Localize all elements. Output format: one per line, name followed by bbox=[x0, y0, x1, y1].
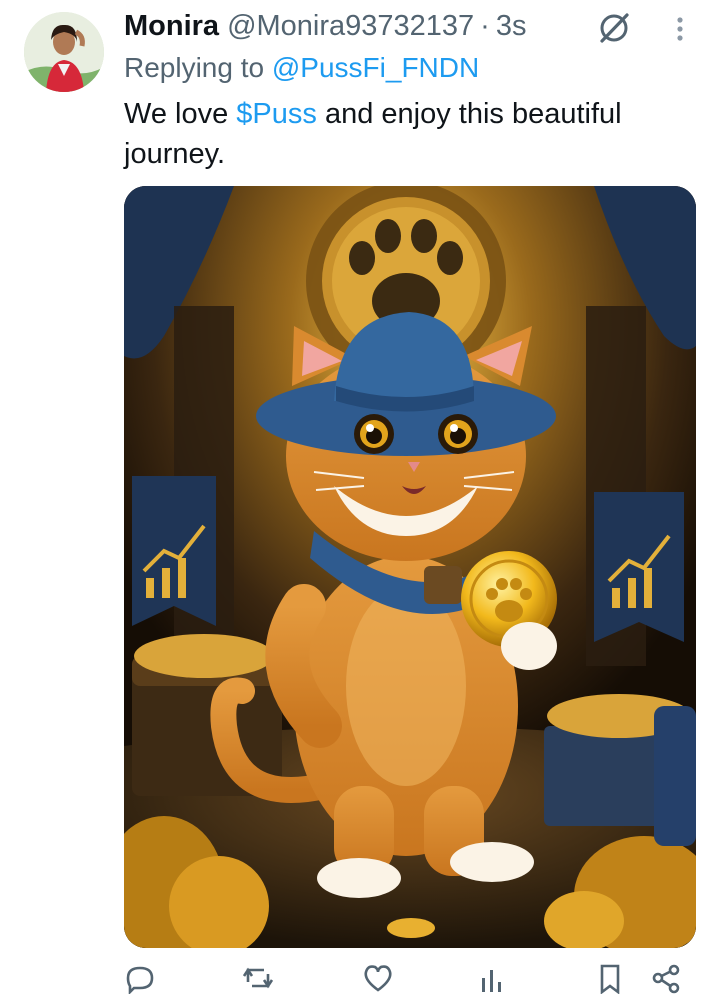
retweet-icon[interactable] bbox=[242, 962, 274, 994]
more-dots-icon[interactable] bbox=[670, 14, 690, 44]
text-before: We love bbox=[124, 98, 237, 130]
display-name[interactable]: Monira bbox=[124, 10, 219, 43]
timestamp[interactable]: 3s bbox=[496, 10, 527, 43]
replying-to-mention[interactable]: @PussFi_FNDN bbox=[272, 52, 479, 83]
action-bar bbox=[124, 962, 694, 1002]
replying-prefix: Replying to bbox=[124, 52, 265, 83]
reply-icon[interactable] bbox=[124, 962, 156, 996]
tweet-media-image[interactable] bbox=[124, 186, 696, 948]
tweet-text: We love $Puss and enjoy this beautiful j… bbox=[124, 94, 694, 174]
cat-illustration bbox=[124, 186, 696, 948]
replying-to-line: Replying to @PussFi_FNDN bbox=[124, 52, 479, 84]
grok-icon[interactable] bbox=[596, 10, 632, 46]
bookmark-icon[interactable] bbox=[594, 962, 626, 995]
avatar-image bbox=[24, 12, 104, 92]
share-icon[interactable] bbox=[650, 962, 682, 994]
tweet[interactable]: Monira @Monira93732137 · 3s Replying to … bbox=[0, 0, 718, 996]
user-handle[interactable]: @Monira93732137 bbox=[227, 10, 474, 43]
heart-icon[interactable] bbox=[362, 962, 394, 994]
separator-dot: · bbox=[480, 9, 490, 42]
views-icon[interactable] bbox=[476, 962, 508, 994]
cashtag-link[interactable]: $Puss bbox=[236, 98, 317, 130]
tweet-header: Monira @Monira93732137 · 3s bbox=[124, 6, 526, 46]
avatar[interactable] bbox=[24, 12, 104, 92]
